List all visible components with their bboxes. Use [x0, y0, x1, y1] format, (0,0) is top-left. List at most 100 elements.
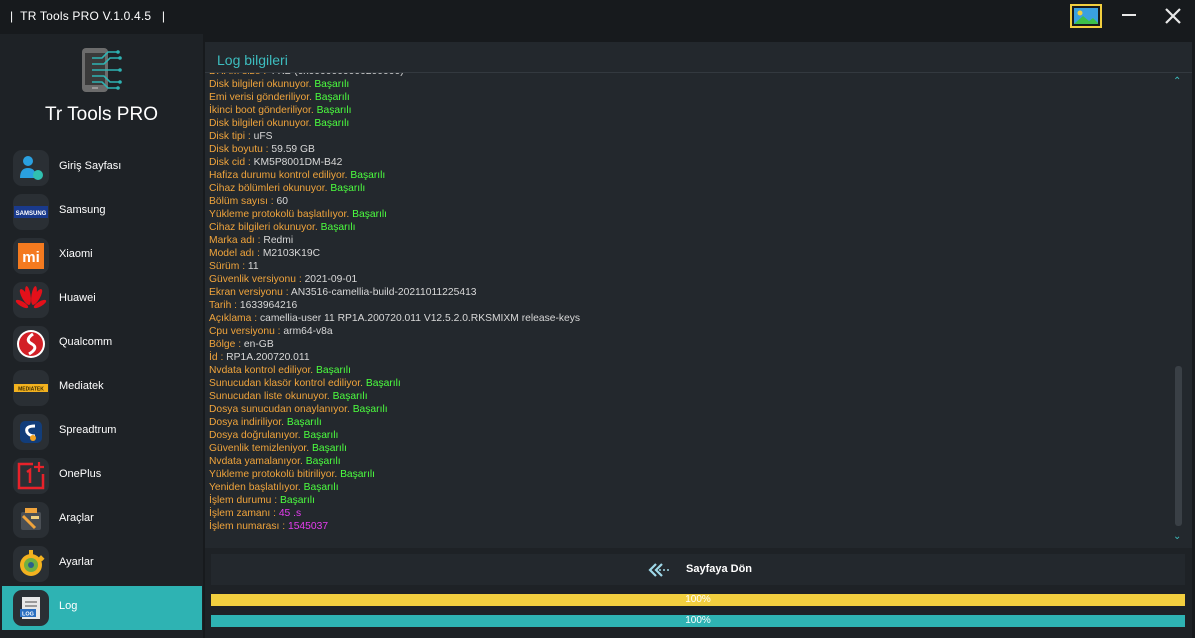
log-line: İd : RP1A.200720.011	[209, 351, 580, 364]
window-title: | TR Tools PRO V.1.0.4.5 |	[10, 9, 166, 23]
xiaomi-icon: mi	[13, 238, 49, 274]
log-line: Açıklama : camellia-user 11 RP1A.200720.…	[209, 312, 580, 325]
log-value: 2021-09-01	[301, 274, 358, 285]
log-key: Yükleme protokolü bitiriliyor.	[209, 469, 338, 480]
log-status: Başarılı	[349, 209, 388, 220]
log-line: Nvdata yamalanıyor. Başarılı	[209, 455, 580, 468]
image-icon[interactable]	[1070, 4, 1102, 28]
log-key: Dosya indiriliyor.	[209, 417, 284, 428]
title-bar: | TR Tools PRO V.1.0.4.5 |	[0, 0, 1195, 34]
log-line: Dosya doğrulanıyor. Başarılı	[209, 429, 580, 442]
sidebar-item-huawei[interactable]: Huawei	[2, 278, 202, 322]
sidebar-item-label: Samsung	[59, 204, 106, 216]
log-line: Hafiza durumu kontrol ediliyor. Başarılı	[209, 169, 580, 182]
qualcomm-icon	[13, 326, 49, 362]
scroll-up-icon[interactable]: ⌃	[1173, 76, 1181, 87]
log-line: Sunucudan liste okunuyor. Başarılı	[209, 390, 580, 403]
log-value: 45 .s	[275, 508, 302, 519]
log-key: Nvdata yamalanıyor.	[209, 456, 303, 467]
log-line: Disk bilgileri okunuyor. Başarılı	[209, 117, 580, 130]
sidebar-item-label: Log	[59, 600, 78, 612]
log-line: Marka adı : Redmi	[209, 234, 580, 247]
sidebar-item-ayarlar[interactable]: Ayarlar	[2, 542, 202, 586]
log-key: Sürüm :	[209, 261, 246, 272]
user-icon	[13, 150, 49, 186]
log-key: Nvdata kontrol ediliyor.	[209, 365, 314, 376]
sidebar: Tr Tools PRO Giriş Sayfası SAMSUNG Samsu…	[0, 34, 203, 638]
log-status: Başarılı	[362, 378, 401, 389]
tools-icon	[13, 502, 49, 538]
log-status: Başarılı	[311, 118, 350, 129]
log-status: Başarılı	[300, 430, 339, 441]
log-value: camellia-user 11 RP1A.200720.011 V12.5.2…	[257, 313, 581, 324]
sidebar-item-mediatek[interactable]: MEDIATEK Mediatek	[2, 366, 202, 410]
log-line: Ekran versiyonu : AN3516-camellia-build-…	[209, 286, 580, 299]
log-key: Yeniden başlatılıyor.	[209, 482, 301, 493]
log-key: Tarih :	[209, 300, 238, 311]
huawei-icon	[13, 282, 49, 318]
log-key: Disk cid :	[209, 157, 251, 168]
close-icon[interactable]	[1163, 6, 1183, 26]
log-key: Cihaz bilgileri okunuyor.	[209, 222, 318, 233]
log-value: KM5P8001DM-B42	[250, 157, 343, 168]
log-line: Emi verisi gönderiliyor. Başarılı	[209, 91, 580, 104]
sidebar-item-samsung[interactable]: SAMSUNG Samsung	[2, 190, 202, 234]
log-value: AN3516-camellia-build-20211011225413	[288, 287, 477, 298]
sidebar-item-label: OnePlus	[59, 468, 102, 480]
back-button[interactable]: Sayfaya Dön	[211, 554, 1185, 585]
log-key: Bölge :	[209, 339, 242, 350]
sidebar-item-label: Ayarlar	[59, 556, 94, 568]
log-line: Cihaz bilgileri okunuyor. Başarılı	[209, 221, 580, 234]
sidebar-item-log[interactable]: LOG Log	[2, 586, 202, 630]
log-key: Bölüm sayısı :	[209, 196, 274, 207]
log-key: İd :	[209, 352, 224, 363]
log-line: Cihaz bölümleri okunuyor. Başarılı	[209, 182, 580, 195]
sidebar-item-xiaomi[interactable]: mi Xiaomi	[2, 234, 202, 278]
log-line: İkinci boot gönderiliyor. Başarılı	[209, 104, 580, 117]
sidebar-item-giris-sayfasi[interactable]: Giriş Sayfası	[2, 146, 202, 190]
log-status: Başarılı	[311, 79, 350, 90]
sidebar-item-label: Huawei	[59, 292, 96, 304]
log-line: Disk cid : KM5P8001DM-B42	[209, 156, 580, 169]
log-line: Güvenlik versiyonu : 2021-09-01	[209, 273, 580, 286]
log-line: Bölge : en-GB	[209, 338, 580, 351]
sidebar-item-label: Giriş Sayfası	[59, 160, 122, 172]
log-key: Sunucudan liste okunuyor.	[209, 391, 330, 402]
sidebar-item-araclar[interactable]: Araçlar	[2, 498, 202, 542]
svg-text:SAMSUNG: SAMSUNG	[16, 211, 47, 217]
sidebar-item-label: Qualcomm	[59, 336, 113, 348]
log-line: Tarih : 1633964216	[209, 299, 580, 312]
log-value: 4 KB (0x0000000000200000)	[266, 73, 404, 77]
spreadtrum-icon	[13, 414, 49, 450]
log-area[interactable]: DRAM size : 4 KB (0x0000000000200000)Dis…	[209, 73, 1171, 539]
log-key: Disk tipi :	[209, 131, 251, 142]
log-key: Model adı :	[209, 248, 260, 259]
log-status: Başarılı	[347, 170, 386, 181]
log-status: Başarılı	[313, 365, 351, 376]
log-value: arm64-v8a	[280, 326, 333, 337]
log-line: İşlem numarası : 1545037	[209, 520, 580, 533]
sidebar-item-oneplus[interactable]: OnePlus	[2, 454, 202, 498]
log-line: Güvenlik temizleniyor. Başarılı	[209, 442, 580, 455]
progress-bar-2: 100%	[211, 615, 1185, 627]
log-key: Cihaz bölümleri okunuyor.	[209, 183, 328, 194]
log-key: Güvenlik temizleniyor.	[209, 443, 310, 454]
log-key: Güvenlik versiyonu :	[209, 274, 302, 285]
log-value: uFS	[250, 131, 273, 142]
log-value: 59.59 GB	[268, 144, 315, 155]
log-status: Başarılı	[302, 456, 341, 467]
svg-text:MEDIATEK: MEDIATEK	[18, 387, 44, 393]
log-status: Başarılı	[300, 482, 339, 493]
log-title: Log bilgileri	[217, 52, 288, 68]
log-value: M2103K19C	[259, 248, 321, 259]
sidebar-item-qualcomm[interactable]: Qualcomm	[2, 322, 202, 366]
log-key: Marka adı :	[209, 235, 261, 246]
minimize-icon[interactable]	[1122, 14, 1136, 16]
scroll-down-icon[interactable]: ⌄	[1173, 531, 1181, 542]
log-key: Dosya doğrulanıyor.	[209, 430, 301, 441]
log-status: Başarılı	[327, 183, 366, 194]
sidebar-item-spreadtrum[interactable]: Spreadtrum	[2, 410, 202, 454]
scrollbar-thumb[interactable]	[1175, 366, 1182, 526]
log-key: Sunucudan klasör kontrol ediliyor.	[209, 378, 363, 389]
log-key: Disk bilgileri okunuyor.	[209, 118, 312, 129]
